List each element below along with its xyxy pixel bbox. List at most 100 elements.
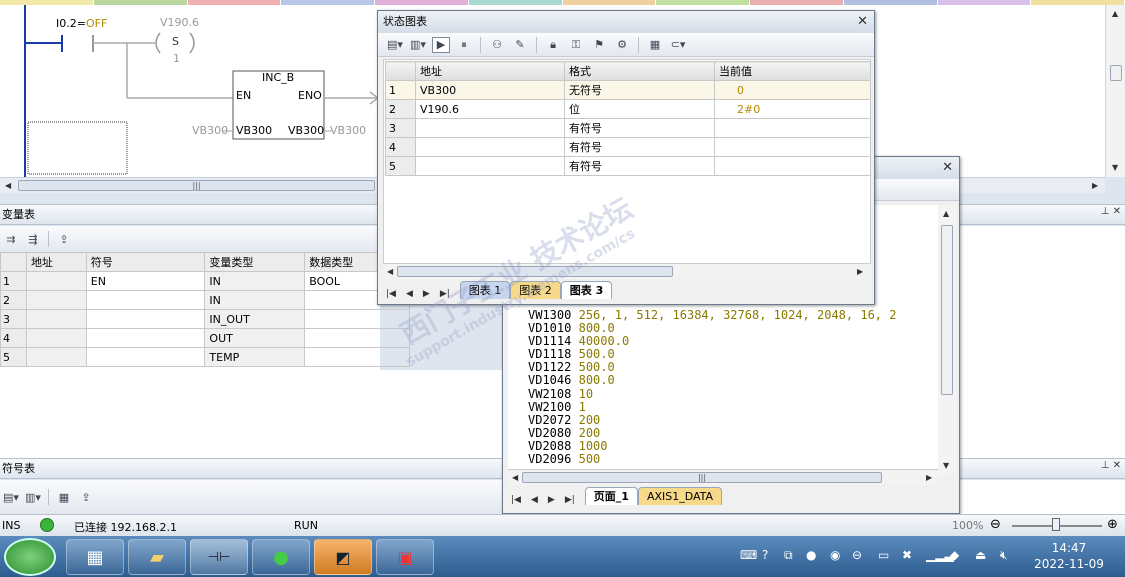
- help-icon[interactable]: ?: [762, 548, 768, 562]
- prev-page-icon[interactable]: ◀: [531, 495, 538, 505]
- close-icon[interactable]: ✕: [857, 11, 868, 33]
- run-monitor-icon[interactable]: ▶: [432, 36, 450, 53]
- last-page-icon[interactable]: ▶|: [565, 495, 575, 505]
- table-row[interactable]: 2 V190.6 位 2#0: [385, 99, 871, 119]
- table-row[interactable]: 3 有符号: [385, 118, 871, 138]
- table-row[interactable]: 2 IN: [0, 290, 410, 310]
- data-address: VD2088: [528, 438, 572, 453]
- scroll-thumb[interactable]: [397, 266, 673, 277]
- nvidia-icon[interactable]: ◆: [950, 548, 959, 562]
- clock-time: 14:47: [1051, 541, 1087, 555]
- scroll-thumb[interactable]: |||: [18, 180, 375, 191]
- plc-tool-icon[interactable]: ▣: [376, 539, 434, 575]
- read-force-icon[interactable]: ⚙: [613, 37, 631, 53]
- wechat-icon[interactable]: ●: [252, 539, 310, 575]
- last-page-icon[interactable]: ▶|: [440, 289, 450, 299]
- zoom-in-icon[interactable]: ⊕: [1107, 517, 1118, 532]
- scroll-left-icon[interactable]: ◀: [512, 473, 518, 482]
- box-en: EN: [236, 89, 252, 102]
- table-row[interactable]: 4 有符号: [385, 137, 871, 157]
- scroll-right-icon[interactable]: ▶: [857, 267, 863, 276]
- data-address: VD1118: [528, 347, 572, 362]
- scroll-right-icon[interactable]: ▶: [1092, 181, 1098, 190]
- toolbar-separator: [48, 489, 49, 505]
- first-page-icon[interactable]: |◀: [386, 289, 396, 299]
- unlock-icon[interactable]: ⚿: [567, 37, 585, 53]
- ladder-app-icon[interactable]: ⊣⊢: [190, 539, 248, 575]
- zoom-out-icon[interactable]: ⊖: [990, 517, 1001, 532]
- close-icon[interactable]: ✕: [942, 157, 953, 179]
- data-block-code[interactable]: VW1300 256, 1, 512, 16384, 32768, 1024, …: [528, 308, 896, 466]
- tab-chart-3[interactable]: 图表 3: [560, 281, 613, 299]
- options-icon[interactable]: ⊂▾: [669, 37, 687, 53]
- status-chart-window[interactable]: 状态图表 ✕ ▤▾ ▥▾ ▶ ⏸ ⚇ ✎ 🔒︎ ⚿ ⚑ ⚙ ▦ ⊂▾ 地址 格式…: [377, 10, 875, 305]
- first-page-icon[interactable]: |◀: [511, 495, 521, 505]
- insert-row-icon[interactable]: ⇉: [2, 231, 20, 247]
- status-chart-hscroll[interactable]: ◀ ▶: [383, 263, 871, 279]
- table-row[interactable]: 3 IN_OUT: [0, 309, 410, 329]
- table-row[interactable]: 5 TEMP: [0, 347, 410, 367]
- scroll-up-icon[interactable]: ▲: [1112, 9, 1118, 18]
- window-icon[interactable]: ⧉: [784, 548, 793, 563]
- pin-icon[interactable]: ⊥ ✕: [1101, 206, 1121, 217]
- data-page-hscroll[interactable]: ◀ ||| ▶: [508, 469, 938, 485]
- data-value: 10: [578, 386, 594, 401]
- clock[interactable]: 14:47 2022-11-09: [1034, 540, 1104, 572]
- table-row[interactable]: 4 OUT: [0, 328, 410, 348]
- usb-icon[interactable]: ⏏: [975, 548, 986, 562]
- network-error-icon[interactable]: ✖: [902, 548, 912, 562]
- import-icon[interactable]: ⇪: [77, 489, 95, 505]
- chart-icon[interactable]: ▦: [55, 489, 73, 505]
- trend-icon[interactable]: ▦: [646, 37, 664, 53]
- pause-icon[interactable]: ⏸: [455, 37, 473, 53]
- ladder-vertical-scrollbar[interactable]: ▲ ▼: [1105, 5, 1125, 177]
- tab-page-1[interactable]: 页面_1: [584, 487, 638, 505]
- data-line[interactable]: VD2096 500: [528, 452, 896, 466]
- glasses-icon[interactable]: ⚇: [488, 37, 506, 53]
- table-row[interactable]: 5 有符号: [385, 156, 871, 176]
- calculator-icon[interactable]: ▦: [66, 539, 124, 575]
- green-app-icon[interactable]: ◉: [830, 548, 840, 562]
- tab-axis1-data[interactable]: AXIS1_DATA: [637, 487, 723, 505]
- display-icon[interactable]: ▭: [878, 548, 889, 562]
- add-chart-icon[interactable]: ▤▾: [386, 37, 404, 53]
- wechat-tray-icon[interactable]: ●: [806, 548, 816, 562]
- scroll-left-icon[interactable]: ◀: [5, 181, 11, 190]
- tab-chart-1[interactable]: 图表 1: [459, 281, 511, 299]
- scroll-thumb[interactable]: [1110, 65, 1122, 81]
- scroll-thumb[interactable]: [941, 225, 953, 395]
- scroll-right-icon[interactable]: ▶: [926, 473, 932, 482]
- next-page-icon[interactable]: ▶: [548, 495, 555, 505]
- tab-chart-2[interactable]: 图表 2: [510, 281, 561, 299]
- table-row[interactable]: 1 EN IN BOOL: [0, 271, 410, 291]
- scroll-down-icon[interactable]: ▼: [1112, 163, 1118, 172]
- speaker-muted-icon[interactable]: 🔇︎: [1000, 548, 1008, 563]
- delete-table-icon[interactable]: ▥▾: [24, 489, 42, 505]
- minus-icon[interactable]: ⊖: [852, 548, 862, 562]
- force-icon[interactable]: ⚑: [590, 37, 608, 53]
- scroll-up-icon[interactable]: ▲: [943, 209, 949, 218]
- keyboard-icon[interactable]: ⌨: [740, 548, 757, 562]
- data-address: VD1122: [528, 360, 572, 375]
- scroll-left-icon[interactable]: ◀: [387, 267, 393, 276]
- data-value: 800.0: [578, 321, 615, 336]
- explorer-icon[interactable]: ▰: [128, 539, 186, 575]
- table-row[interactable]: 1 VB300 无符号 0: [385, 80, 871, 100]
- zoom-slider-thumb[interactable]: [1052, 518, 1060, 531]
- import-icon[interactable]: ⇪: [55, 231, 73, 247]
- add-table-icon[interactable]: ▤▾: [2, 489, 20, 505]
- start-button[interactable]: [4, 538, 56, 576]
- remote-icon[interactable]: ◩: [314, 539, 372, 575]
- pin-icon[interactable]: ⊥ ✕: [1101, 460, 1121, 471]
- data-page-vscroll[interactable]: ▲ ▼: [938, 205, 956, 475]
- scroll-thumb[interactable]: |||: [522, 472, 882, 483]
- delete-chart-icon[interactable]: ▥▾: [409, 37, 427, 53]
- box-in-addr: VB300: [236, 124, 273, 137]
- lock-icon[interactable]: 🔒︎: [544, 37, 562, 53]
- pencil-icon[interactable]: ✎: [511, 37, 529, 53]
- scroll-down-icon[interactable]: ▼: [943, 461, 949, 470]
- prev-page-icon[interactable]: ◀: [406, 289, 413, 299]
- delete-row-icon[interactable]: ⇶: [24, 231, 42, 247]
- next-page-icon[interactable]: ▶: [423, 289, 430, 299]
- data-address: VW2108: [528, 386, 572, 401]
